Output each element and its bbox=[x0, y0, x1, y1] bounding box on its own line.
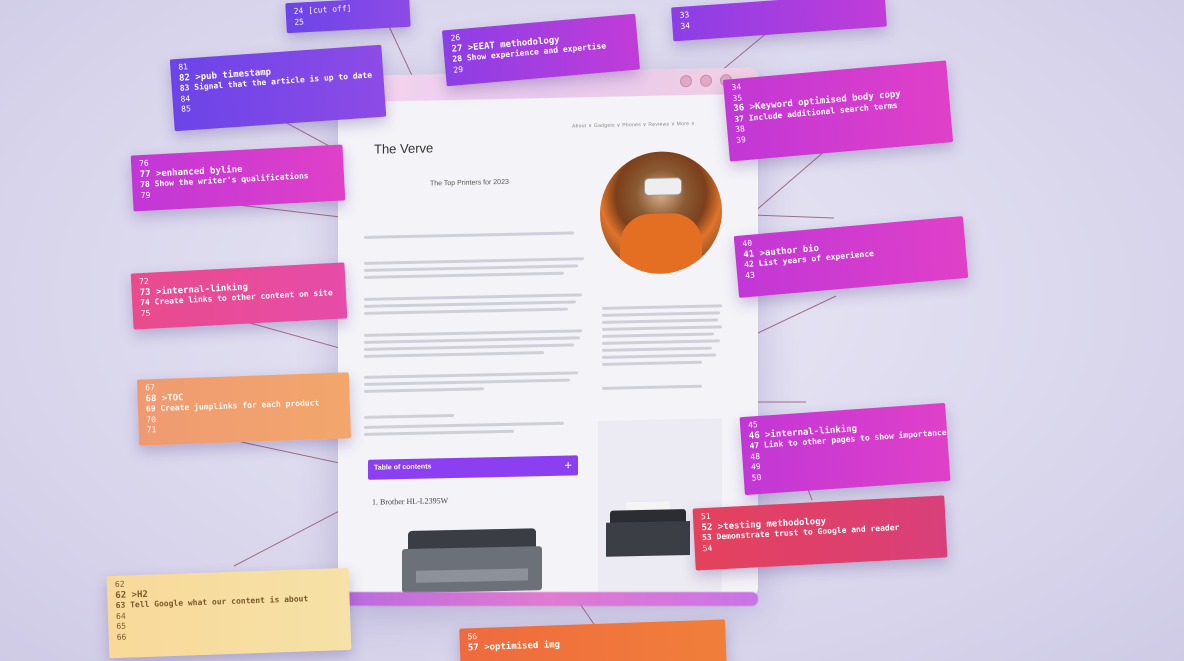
bio-text-line bbox=[602, 346, 712, 352]
expand-icon[interactable]: + bbox=[564, 457, 572, 472]
body-text-line bbox=[364, 271, 564, 279]
printer-image bbox=[402, 528, 542, 601]
author-avatar bbox=[600, 150, 722, 275]
bio-text-line bbox=[602, 318, 718, 324]
body-text-line bbox=[364, 351, 544, 358]
article-headline: The Top Printers for 2023 bbox=[430, 178, 509, 188]
callout-testing-methodology: 51 52 >testing methodology 53 Demonstrat… bbox=[692, 495, 948, 571]
body-text-line bbox=[364, 378, 570, 386]
window-dot-icon bbox=[680, 74, 692, 88]
body-text-line bbox=[364, 336, 580, 344]
scene: About ∨ Gadgets ∨ Phones ∨ Reviews ∨ Mor… bbox=[0, 0, 1184, 661]
callout-enhanced-byline: 76 77 >enhanced byline 78 Show the write… bbox=[130, 144, 346, 212]
callout-internal-linking-2: 45 46 >internal-linking 47 Link to other… bbox=[739, 402, 951, 496]
vr-headset bbox=[644, 177, 682, 196]
body-text-line bbox=[364, 293, 582, 301]
body-text-line bbox=[364, 413, 454, 419]
body-text-line bbox=[364, 329, 582, 337]
body-text-line bbox=[364, 264, 578, 272]
site-title[interactable]: The Verve bbox=[374, 140, 433, 156]
author-shirt bbox=[620, 212, 702, 275]
body-text-line bbox=[364, 257, 584, 265]
printer-thumbnail bbox=[606, 501, 690, 567]
site-nav[interactable]: About ∨ Gadgets ∨ Phones ∨ Reviews ∨ Mor… bbox=[572, 121, 695, 130]
body-text-line bbox=[364, 343, 574, 351]
bio-link-line[interactable] bbox=[602, 384, 702, 390]
toc-label: Table of contents bbox=[374, 463, 432, 472]
body-text-line bbox=[364, 307, 568, 315]
mockup-glow bbox=[338, 592, 758, 606]
callout-h2: 62 62 >H2 63 Tell Google what our conten… bbox=[106, 567, 352, 659]
product-heading: 1. Brother HL-L2395W bbox=[372, 496, 449, 507]
callout-pub-timestamp: 81 82 >pub timestamp 83 Signal that the … bbox=[169, 44, 387, 132]
body-text-line bbox=[364, 371, 578, 379]
callout-internal-linking-1: 72 73 >internal-linking 74 Create links … bbox=[130, 262, 348, 330]
toc-bar[interactable]: Table of contents + bbox=[368, 455, 578, 480]
bio-text-line bbox=[602, 311, 720, 317]
bio-text-line bbox=[602, 339, 720, 345]
bio-text-line bbox=[602, 325, 722, 331]
bio-text-line bbox=[602, 332, 714, 338]
bio-text-line bbox=[602, 360, 702, 366]
bio-text-line bbox=[602, 353, 716, 359]
bio-text-line bbox=[602, 304, 722, 310]
callout-toc: 67 68 >TOC 69 Create jumplinks for each … bbox=[136, 372, 352, 446]
body-text-line bbox=[364, 387, 484, 393]
body-text-line bbox=[364, 231, 574, 239]
body-text-line bbox=[364, 429, 514, 436]
body-text-line bbox=[364, 300, 576, 308]
body-text-line bbox=[364, 421, 564, 429]
window-dot-icon bbox=[700, 74, 712, 87]
